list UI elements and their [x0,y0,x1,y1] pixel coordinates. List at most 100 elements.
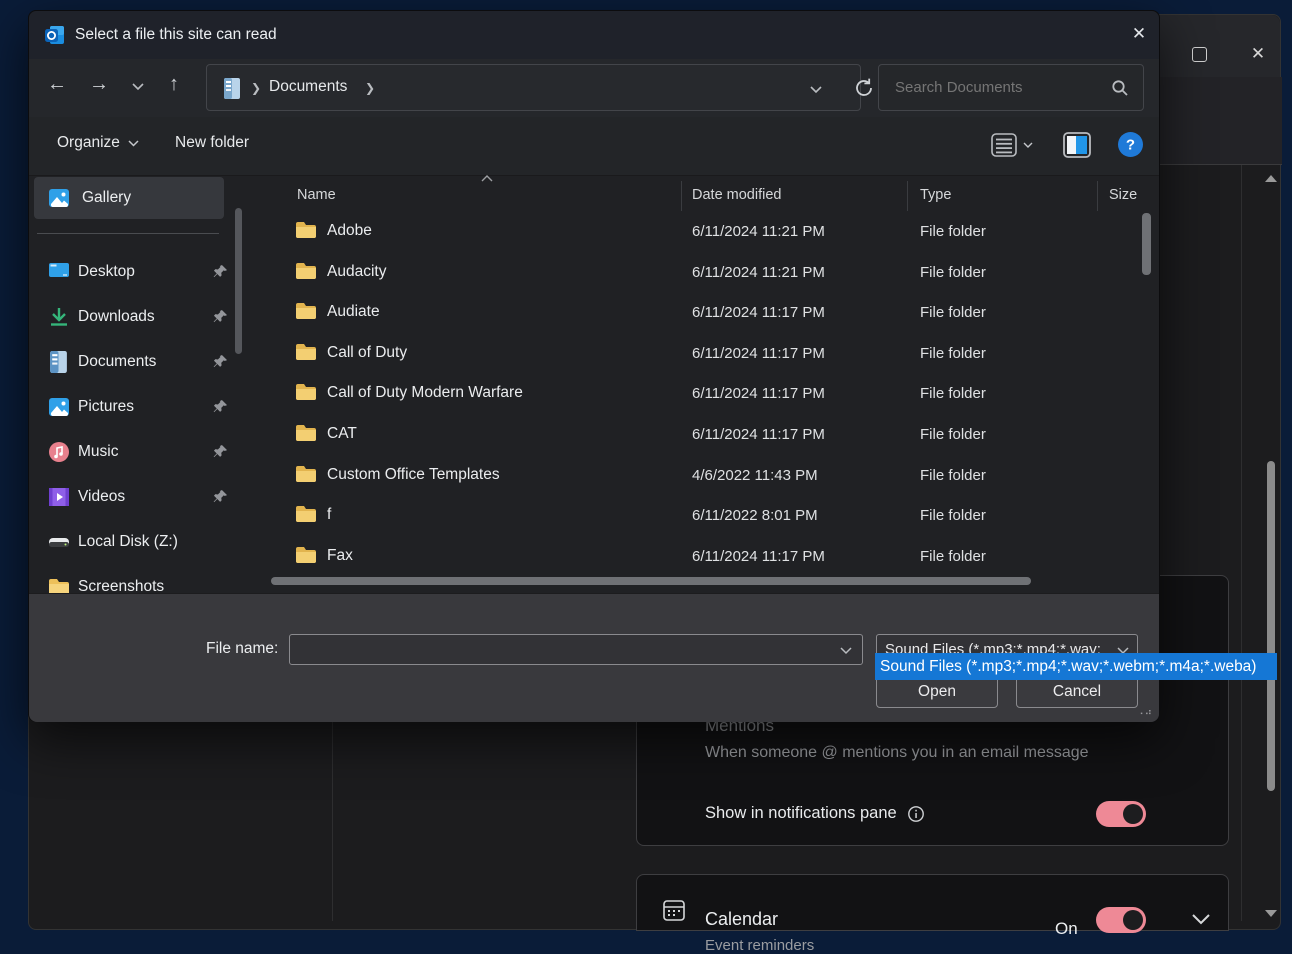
maximize-button[interactable] [1169,39,1229,69]
back-button[interactable]: ← [47,73,67,96]
dialog-close-button[interactable]: ✕ [1121,19,1157,49]
file-name-input[interactable] [289,634,863,665]
downloads-icon [48,306,70,328]
table-row[interactable]: CAT6/11/2024 11:17 PMFile folder [269,415,1149,456]
file-date-modified: 4/6/2022 11:43 PM [692,467,818,484]
file-picker-dialog: Select a file this site can read ✕ ← → ↑… [28,10,1160,722]
calendar-subtitle: Event reminders [705,937,814,954]
documents-location-icon [223,78,241,99]
help-button[interactable]: ? [1117,131,1144,158]
column-header-type[interactable]: Type [920,187,951,203]
address-bar[interactable]: ❯ Documents ❯ [206,64,861,111]
dialog-sidebar: Gallery [34,177,224,219]
file-type: File folder [920,426,986,443]
recent-locations-chevron[interactable] [131,82,145,91]
column-divider[interactable] [907,181,908,211]
chevron-down-icon [128,140,139,147]
refresh-icon[interactable] [853,77,875,99]
list-view-icon [991,133,1017,157]
pin-icon [213,309,228,324]
view-mode-button[interactable] [991,133,1033,157]
sidebar-item-music[interactable]: Music [34,429,230,474]
file-type: File folder [920,385,986,402]
forward-button[interactable]: → [89,73,109,96]
file-name: Audacity [327,263,386,281]
background-scroll-divider [1241,165,1242,921]
file-type: File folder [920,304,986,321]
chevron-down-icon[interactable] [840,647,852,655]
column-header-name[interactable]: Name [297,187,336,203]
file-date-modified: 6/11/2022 8:01 PM [692,507,818,524]
breadcrumb-chevron[interactable]: ❯ [365,81,375,95]
up-button[interactable]: ↑ [169,73,179,96]
new-folder-button[interactable]: New folder [175,134,249,152]
table-row[interactable]: Fax6/11/2024 11:17 PMFile folder [269,537,1149,578]
pin-icon [213,489,228,504]
help-icon: ? [1117,131,1144,158]
search-icon[interactable] [1111,79,1129,97]
list-horizontal-scrollbar-thumb[interactable] [271,577,1031,585]
file-type-option-highlighted[interactable]: Sound Files (*.mp3;*.mp4;*.wav;*.webm;*.… [875,653,1277,680]
file-date-modified: 6/11/2024 11:17 PM [692,548,825,565]
scrollbar-down-arrow[interactable] [1265,910,1277,917]
folder-icon [295,546,317,564]
sidebar-item-documents[interactable]: Documents [34,339,230,384]
file-type: File folder [920,548,986,565]
chevron-down-icon[interactable] [1191,913,1211,925]
column-header-size[interactable]: Size [1109,187,1137,203]
resize-grip[interactable]: ⠠⠴ [1136,707,1153,718]
file-name: CAT [327,425,357,443]
close-icon: ✕ [1251,44,1265,64]
breadcrumb-documents[interactable]: Documents [269,78,347,96]
toggle-knob [1123,910,1143,930]
sidebar-item-label: Desktop [78,263,135,281]
preview-pane-button[interactable] [1063,132,1091,158]
file-type: File folder [920,345,986,362]
chevron-down-icon [1023,142,1033,149]
file-type-option-label: Sound Files (*.mp3;*.mp4;*.wav;*.webm;*.… [880,658,1256,676]
file-date-modified: 6/11/2024 11:17 PM [692,345,825,362]
outlook-icon [43,23,67,47]
file-date-modified: 6/11/2024 11:17 PM [692,385,825,402]
notifications-toggle[interactable] [1096,801,1146,827]
sidebar-item-downloads[interactable]: Downloads [34,294,230,339]
table-row[interactable]: f6/11/2022 8:01 PMFile folder [269,496,1149,537]
search-box[interactable] [878,64,1144,111]
sidebar-item-local-disk-z[interactable]: Local Disk (Z:) [34,519,230,564]
file-list: Adobe6/11/2024 11:21 PMFile folderAudaci… [269,212,1149,577]
table-row[interactable]: Call of Duty6/11/2024 11:17 PMFile folde… [269,334,1149,375]
maximize-icon [1192,47,1207,62]
sidebar-item-gallery[interactable]: Gallery [34,177,224,219]
pictures-icon [48,396,70,418]
pin-icon [213,354,228,369]
search-input[interactable] [893,78,1103,97]
file-type: File folder [920,264,986,281]
table-row[interactable]: Audiate6/11/2024 11:17 PMFile folder [269,293,1149,334]
drive-icon [48,534,70,550]
calendar-toggle[interactable] [1096,907,1146,933]
table-row[interactable]: Adobe6/11/2024 11:21 PMFile folder [269,212,1149,253]
column-divider[interactable] [681,181,682,211]
file-type: File folder [920,223,986,240]
folder-icon [295,424,317,442]
sidebar-item-videos[interactable]: Videos [34,474,230,519]
table-row[interactable]: Audacity6/11/2024 11:21 PMFile folder [269,253,1149,294]
organize-button[interactable]: Organize [57,134,139,152]
window-close-button[interactable]: ✕ [1235,39,1281,69]
file-name: Audiate [327,303,380,321]
file-name: Adobe [327,222,372,240]
table-row[interactable]: Custom Office Templates4/6/2022 11:43 PM… [269,456,1149,497]
column-divider[interactable] [1097,181,1098,211]
info-icon[interactable] [907,805,925,823]
address-dropdown-chevron[interactable] [809,85,823,94]
column-header-date-modified[interactable]: Date modified [692,187,781,203]
scrollbar-up-arrow[interactable] [1265,175,1277,182]
sidebar-item-label: Documents [78,353,156,371]
background-scrollbar-thumb[interactable] [1267,461,1275,791]
list-vertical-scrollbar-thumb[interactable] [1142,213,1151,275]
sidebar-item-pictures[interactable]: Pictures [34,384,230,429]
sidebar-scrollbar-thumb[interactable] [235,208,242,354]
table-row[interactable]: Call of Duty Modern Warfare6/11/2024 11:… [269,374,1149,415]
folder-icon [295,262,317,280]
sidebar-item-desktop[interactable]: Desktop [34,249,230,294]
